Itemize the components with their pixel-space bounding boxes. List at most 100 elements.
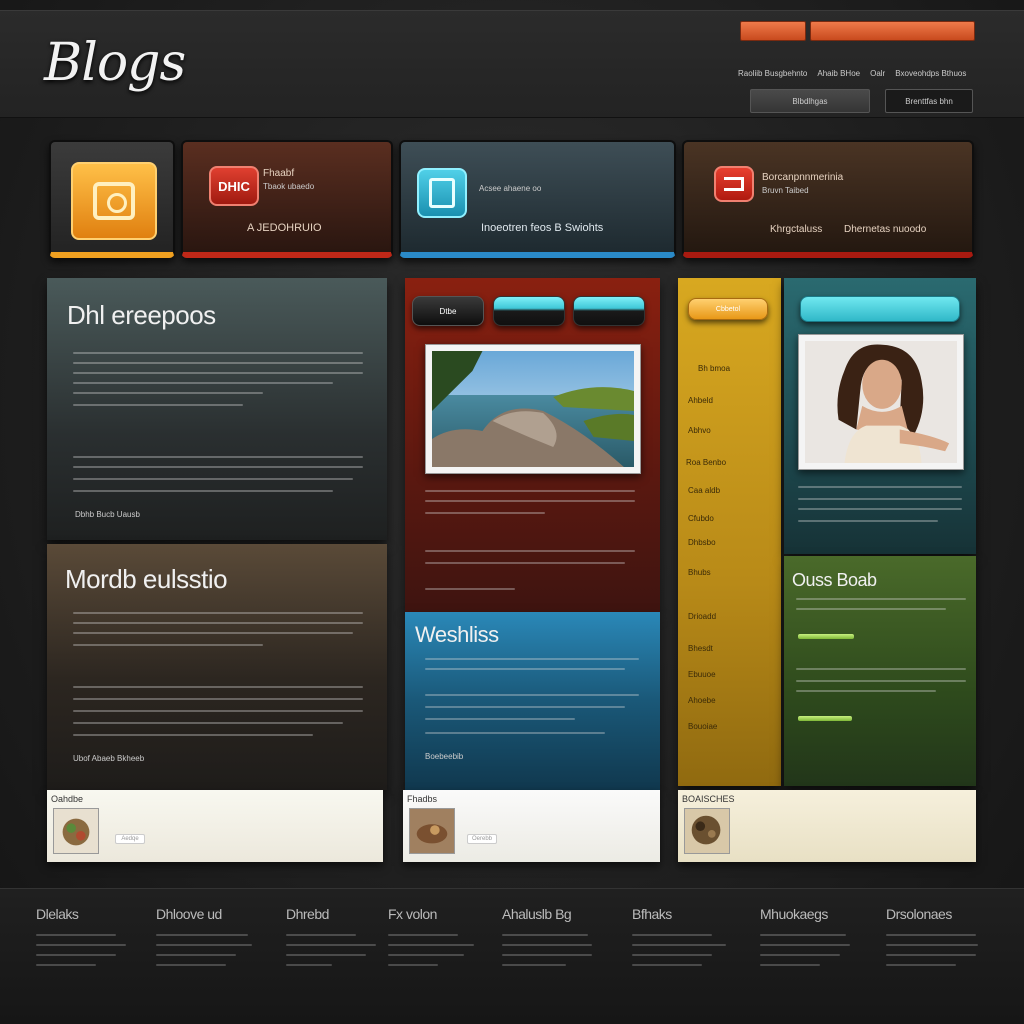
info-title[interactable]: Ouss Boab bbox=[792, 570, 877, 591]
text-line bbox=[73, 382, 333, 384]
header-search-box[interactable]: Blbdlhgas bbox=[750, 89, 870, 113]
feature-tile-folders[interactable]: Acsee ahaene oo Inoeotren feos B Swiohts bbox=[399, 140, 676, 258]
footer-heading[interactable]: Mhuokaegs bbox=[760, 906, 870, 922]
header-nav-item[interactable]: Bxoveohdps Bthuos bbox=[895, 69, 966, 78]
site-logo[interactable]: Blogs bbox=[44, 33, 186, 93]
card-thumbnail bbox=[53, 808, 99, 854]
text-line bbox=[425, 732, 605, 734]
tile-subtitle: Bruvn Taibed bbox=[762, 186, 809, 195]
text-line bbox=[73, 352, 363, 354]
header-action-box[interactable]: Brenttfas bhn bbox=[885, 89, 973, 113]
card-thumbnail bbox=[684, 808, 730, 854]
text-line bbox=[425, 668, 625, 670]
text-line bbox=[73, 622, 363, 624]
header-button-small[interactable] bbox=[740, 21, 806, 41]
article-footer[interactable]: Dbhb Bucb Uausb bbox=[75, 510, 140, 519]
header-nav-item[interactable]: Oalr bbox=[870, 69, 885, 78]
card-button[interactable]: Oerebb bbox=[467, 834, 497, 844]
sidebar-item[interactable]: Bh bmoa bbox=[698, 364, 730, 373]
tile-title: Borcanpnnmerinia bbox=[762, 172, 844, 183]
gallery-panel: Dtbe bbox=[405, 278, 660, 612]
text-line bbox=[425, 500, 635, 502]
progress-bar bbox=[798, 634, 854, 639]
feature-tile-photos[interactable] bbox=[49, 140, 175, 258]
article-title[interactable]: Mordb eulsstio bbox=[65, 564, 228, 595]
info-panel: Ouss Boab bbox=[784, 556, 976, 786]
footer-heading[interactable]: Bfhaks bbox=[632, 906, 742, 922]
card-title: BOAISCHES bbox=[682, 794, 735, 804]
text-line bbox=[425, 718, 575, 720]
article-panel-two: Mordb eulsstio Ubof Abaeb Bkheeb bbox=[47, 544, 387, 790]
footer-heading[interactable]: Dhloove ud bbox=[156, 906, 266, 922]
gallery-button-cyan[interactable] bbox=[573, 296, 645, 326]
sidebar-item[interactable]: Bouoiae bbox=[688, 722, 717, 731]
document-icon: DHIC bbox=[209, 166, 259, 206]
article-panel-one: Dhl ereepoos Dbhb Bucb Uausb bbox=[47, 278, 387, 540]
footer-heading[interactable]: Drsolonaes bbox=[886, 906, 996, 922]
footer-column: Drsolonaes bbox=[886, 906, 996, 974]
text-line bbox=[73, 698, 363, 700]
card-thumbnail bbox=[409, 808, 455, 854]
tile-caption: Inoeotren feos B Swiohts bbox=[481, 222, 604, 234]
header-nav-item[interactable]: Raoliib Busgbehnto bbox=[738, 69, 807, 78]
text-line bbox=[73, 404, 243, 406]
preview-card[interactable]: BOAISCHES bbox=[678, 790, 976, 862]
preview-card[interactable]: Fhadbs Oerebb bbox=[403, 790, 660, 862]
sidebar-item[interactable]: Ahoebe bbox=[688, 696, 716, 705]
text-line bbox=[73, 490, 333, 492]
footer-column: Ahaluslb Bg bbox=[502, 906, 612, 974]
text-line bbox=[73, 392, 263, 394]
sidebar-item[interactable]: Ebuuoe bbox=[688, 670, 716, 679]
card-title: Fhadbs bbox=[407, 794, 438, 804]
news-footer[interactable]: Boebeebib bbox=[425, 752, 463, 761]
gallery-button-cyan[interactable] bbox=[493, 296, 565, 326]
feature-tile-documents[interactable]: DHIC Fhaabf Tbaok ubaedo A JEDOHRUIO bbox=[181, 140, 393, 258]
sidebar-item[interactable]: Bhubs bbox=[688, 568, 711, 577]
sidebar-header-button[interactable]: Cbbetol bbox=[688, 298, 768, 320]
sidebar-item[interactable]: Roa Benbo bbox=[686, 458, 726, 467]
sidebar-item[interactable]: Cfubdo bbox=[688, 514, 714, 523]
footer-heading[interactable]: Dlelaks bbox=[36, 906, 146, 922]
text-line bbox=[796, 668, 966, 670]
card-button[interactable]: Aedqe bbox=[115, 834, 145, 844]
sidebar-item[interactable]: Caa aldb bbox=[688, 486, 720, 495]
text-line bbox=[425, 694, 639, 696]
gallery-button-dark[interactable]: Dtbe bbox=[412, 296, 484, 326]
preview-card[interactable]: Oahdbe Aedqe bbox=[47, 790, 383, 862]
text-line bbox=[73, 456, 363, 458]
sidebar-item[interactable]: Ahbeld bbox=[688, 396, 713, 405]
text-line bbox=[73, 612, 363, 614]
text-line bbox=[73, 710, 363, 712]
text-line bbox=[73, 478, 353, 480]
footer-column: Dhloove ud bbox=[156, 906, 266, 974]
feature-tile-mail[interactable]: Borcanpnnmerinia Bruvn Taibed Khrgctalus… bbox=[682, 140, 974, 258]
food-image bbox=[54, 809, 98, 853]
text-line bbox=[73, 632, 353, 634]
text-line bbox=[798, 520, 938, 522]
sidebar-item[interactable]: Dhbsbo bbox=[688, 538, 716, 547]
sidebar-item[interactable]: Bhesdt bbox=[688, 644, 713, 653]
portrait-image bbox=[805, 341, 957, 463]
profile-header-button[interactable] bbox=[800, 296, 960, 322]
landscape-photo[interactable] bbox=[425, 344, 641, 474]
text-line bbox=[425, 512, 545, 514]
text-line bbox=[73, 362, 363, 364]
footer-heading[interactable]: Ahaluslb Bg bbox=[502, 906, 612, 922]
footer-heading[interactable]: Dhrebd bbox=[286, 906, 396, 922]
article-footer[interactable]: Ubof Abaeb Bkheeb bbox=[73, 754, 144, 763]
header-button-wide[interactable] bbox=[810, 21, 975, 41]
news-title[interactable]: Weshliss bbox=[415, 622, 499, 648]
tile-subtitle: Tbaok ubaedo bbox=[263, 182, 315, 191]
text-line bbox=[73, 466, 363, 468]
sidebar-item[interactable]: Abhvo bbox=[688, 426, 711, 435]
tile-title: Fhaabf bbox=[263, 168, 295, 179]
portrait-photo[interactable] bbox=[798, 334, 964, 470]
article-title[interactable]: Dhl ereepoos bbox=[67, 300, 216, 331]
text-line bbox=[798, 508, 962, 510]
sidebar-item[interactable]: Drioadd bbox=[688, 612, 716, 621]
footer-heading[interactable]: Fx volon bbox=[388, 906, 498, 922]
header-nav: Raoliib Busgbehnto Ahaib BHoe Oalr Bxove… bbox=[738, 69, 978, 78]
tile-caption: Khrgctaluss bbox=[770, 224, 823, 235]
header-nav-item[interactable]: Ahaib BHoe bbox=[817, 69, 860, 78]
text-line bbox=[425, 550, 635, 552]
